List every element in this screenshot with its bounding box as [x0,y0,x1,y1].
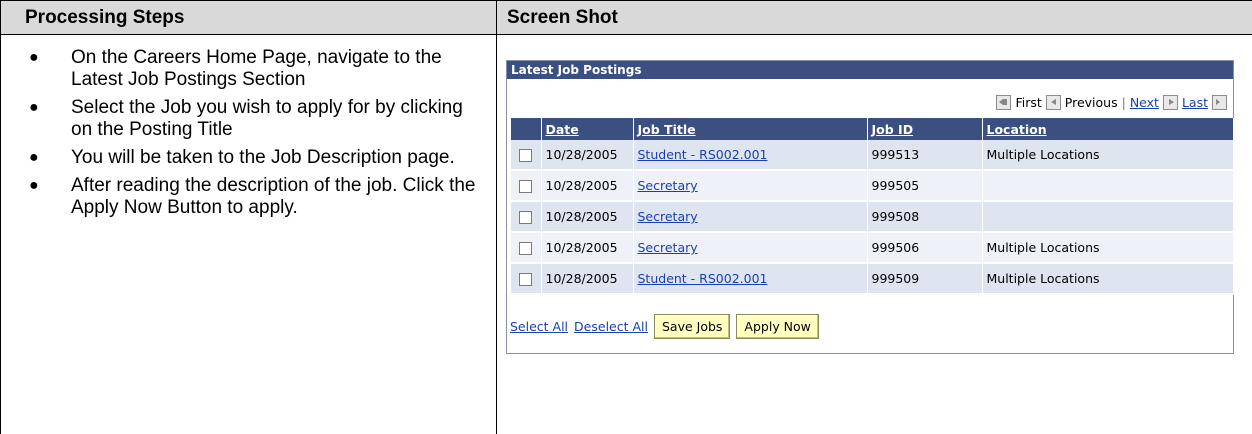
bullet-icon: ● [29,99,39,116]
job-id-cell: 999506 [867,232,983,264]
first-page-icon[interactable] [996,95,1012,110]
date-cell: 10/28/2005 [541,170,634,202]
job-id-cell: 999508 [867,201,983,233]
row-checkbox[interactable] [518,211,532,224]
bullet-icon: ● [29,177,39,194]
deselect-all-link[interactable]: Deselect All [574,319,648,334]
row-checkbox[interactable] [518,273,532,286]
row-checkbox[interactable] [518,180,532,193]
select-all-link[interactable]: Select All [510,319,568,334]
step-item: ● You will be taken to the Job Descriptio… [29,147,455,168]
steps-cell: ● On the Careers Home Page, navigate to t… [0,34,497,434]
last-link[interactable]: Last [1182,95,1208,110]
header-processing-steps: Processing Steps [0,0,497,35]
bullet-icon: ● [29,49,39,66]
apply-now-button[interactable]: Apply Now [736,314,819,339]
column-select [511,118,542,140]
row-checkbox[interactable] [518,149,532,162]
job-title-link[interactable]: Secretary [638,209,698,224]
next-link[interactable]: Next [1130,95,1159,110]
column-date[interactable]: Date [541,118,634,140]
column-job-id[interactable]: Job ID [867,118,983,140]
job-title-link[interactable]: Student - RS002.001 [638,271,768,286]
table-row: 10/28/2005 Secretary 999508 [511,201,1234,233]
next-page-icon[interactable] [1162,95,1178,110]
job-postings-grid: Date Job Title Job ID Location 10/28/200… [511,118,1234,295]
pagination-nav: First Previous | Next Last [996,95,1227,110]
job-id-cell: 999505 [867,170,983,202]
table-row: 10/28/2005 Secretary 999506 Multiple Loc… [511,232,1234,264]
bullet-icon: ● [29,149,39,166]
job-title-link[interactable]: Secretary [638,178,698,193]
location-cell [982,201,1234,233]
job-title-link[interactable]: Student - RS002.001 [638,147,768,162]
column-location[interactable]: Location [982,118,1234,140]
table-row: 10/28/2005 Student - RS002.001 999509 Mu… [511,263,1234,295]
header-screen-shot: Screen Shot [496,0,1252,35]
steps-list: ● On the Careers Home Page, navigate to t… [1,35,496,219]
save-jobs-button[interactable]: Save Jobs [653,314,731,339]
last-page-icon[interactable] [1212,95,1227,110]
column-job-title[interactable]: Job Title [633,118,868,140]
job-id-cell: 999513 [867,140,983,171]
table-row: 10/28/2005 Student - RS002.001 999513 Mu… [511,140,1234,171]
location-cell: Multiple Locations [982,140,1234,171]
date-cell: 10/28/2005 [541,201,634,233]
job-id-cell: 999509 [867,263,983,295]
date-cell: 10/28/2005 [541,263,634,295]
previous-page-icon[interactable] [1045,95,1061,110]
row-checkbox[interactable] [518,242,532,255]
location-cell: Multiple Locations [982,263,1234,295]
latest-job-postings-panel: Latest Job Postings First Previous | Nex… [506,60,1234,354]
panel-title: Latest Job Postings [507,61,1233,79]
step-item: ● Select the Job you wish to apply for by… [29,97,463,140]
first-label: First [1015,95,1042,110]
actions-bar: Select All Deselect All Save Jobs Apply … [510,314,819,339]
date-cell: 10/28/2005 [541,232,634,264]
nav-separator: | [1121,95,1126,110]
location-cell: Multiple Locations [982,232,1234,264]
date-cell: 10/28/2005 [541,140,634,171]
step-item: ● On the Careers Home Page, navigate to t… [29,47,442,90]
location-cell [982,170,1234,202]
step-item: ● After reading the description of the jo… [29,175,476,218]
table-row: 10/28/2005 Secretary 999505 [511,170,1234,202]
previous-label: Previous [1064,95,1118,110]
job-title-link[interactable]: Secretary [638,240,698,255]
